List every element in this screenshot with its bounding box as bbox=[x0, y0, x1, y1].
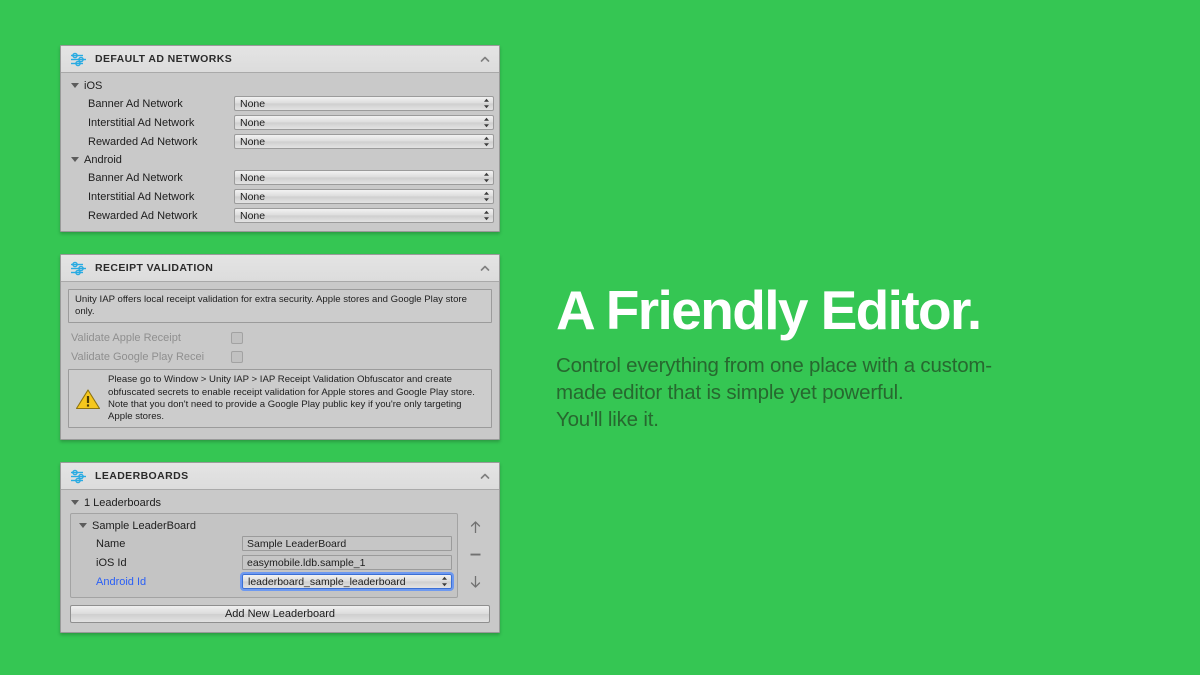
prop-label: Banner Ad Network bbox=[88, 171, 183, 184]
triangle-down-icon bbox=[71, 157, 79, 162]
check-label: Validate Google Play Recei bbox=[71, 350, 205, 363]
prop-label: iOS Id bbox=[96, 556, 127, 569]
chevron-up-icon[interactable] bbox=[478, 261, 492, 275]
minus-icon[interactable] bbox=[468, 547, 483, 562]
info-box: Unity IAP offers local receipt validatio… bbox=[68, 289, 492, 324]
popup-leaderboard-android-id[interactable]: leaderboard_sample_leaderboard bbox=[240, 572, 454, 592]
prop-label: Interstitial Ad Network bbox=[88, 190, 195, 203]
leaderboard-side-buttons bbox=[458, 513, 492, 589]
popup-android-banner-ad-network[interactable]: None bbox=[234, 170, 494, 185]
arrow-down-icon[interactable] bbox=[468, 574, 483, 589]
popup-android-interstitial-ad-network[interactable]: None bbox=[234, 189, 494, 204]
sliders-icon bbox=[71, 52, 86, 66]
stepper-arrows-icon bbox=[484, 136, 489, 147]
input-leaderboard-name[interactable]: Sample LeaderBoard bbox=[242, 536, 452, 552]
popup-value: None bbox=[240, 116, 266, 129]
popup-ios-banner-ad-network[interactable]: None bbox=[234, 96, 494, 111]
row-leaderboard-name: Name Sample LeaderBoard bbox=[74, 534, 452, 553]
panel-leaderboards: LEADERBOARDS 1 Leaderboards Sample Leade… bbox=[60, 462, 500, 634]
foldout-ios[interactable]: iOS bbox=[66, 77, 494, 94]
row-android-banner-ad-network: Banner Ad Network None bbox=[66, 168, 494, 187]
triangle-down-icon bbox=[79, 523, 87, 529]
checkbox-validate-apple-receipt[interactable] bbox=[231, 331, 243, 344]
row-android-interstitial-ad-network: Interstitial Ad Network None bbox=[66, 187, 494, 206]
leaderboard-list: Sample LeaderBoard Name Sample LeaderBoa… bbox=[66, 511, 494, 599]
stepper-arrows-icon bbox=[484, 98, 489, 109]
arrow-up-icon[interactable] bbox=[468, 520, 483, 535]
prop-label: Banner Ad Network bbox=[88, 97, 183, 110]
promo-body-line-1: Control everything from one place with a… bbox=[556, 354, 992, 377]
row-validate-apple-receipt: Validate Apple Receipt bbox=[66, 328, 494, 347]
warning-box-text: Please go to Window > Unity IAP > IAP Re… bbox=[108, 374, 475, 422]
row-android-rewarded-ad-network: Rewarded Ad Network None bbox=[66, 206, 494, 225]
row-leaderboard-ios-id: iOS Id easymobile.ldb.sample_1 bbox=[74, 553, 452, 572]
input-leaderboard-ios-id[interactable]: easymobile.ldb.sample_1 bbox=[242, 555, 452, 571]
row-ios-interstitial-ad-network: Interstitial Ad Network None bbox=[66, 113, 494, 132]
panel-header-leaderboards[interactable]: LEADERBOARDS bbox=[61, 463, 499, 491]
row-validate-google-play-receipt: Validate Google Play Recei bbox=[66, 347, 494, 366]
stepper-arrows-icon bbox=[484, 210, 489, 221]
chevron-up-icon[interactable] bbox=[478, 52, 492, 66]
chevron-up-icon[interactable] bbox=[478, 469, 492, 483]
promo-body-line-3: You'll like it. bbox=[556, 408, 659, 432]
prop-label: Interstitial Ad Network bbox=[88, 116, 195, 129]
foldout-android[interactable]: Android bbox=[66, 151, 494, 168]
prop-label-android-id[interactable]: Android Id bbox=[96, 576, 242, 588]
prop-label: Rewarded Ad Network bbox=[88, 135, 198, 148]
prop-label: Name bbox=[96, 537, 126, 550]
sliders-icon bbox=[71, 261, 86, 275]
promo-title: A Friendly Editor. bbox=[556, 279, 982, 341]
foldout-leaderboards-count[interactable]: 1 Leaderboards bbox=[66, 494, 494, 511]
panel-default-ad-networks: DEFAULT AD NETWORKS iOS Banner Ad Networ… bbox=[60, 45, 500, 232]
panel-header-receipt-validation[interactable]: RECEIPT VALIDATION bbox=[61, 255, 499, 282]
add-new-leaderboard-button[interactable]: Add New Leaderboard bbox=[70, 605, 490, 624]
popup-value: None bbox=[240, 209, 266, 222]
foldout-label: iOS bbox=[84, 79, 103, 92]
checkbox-validate-google-play-receipt[interactable] bbox=[231, 350, 243, 363]
add-new-leaderboard-label: Add New Leaderboard bbox=[224, 608, 336, 621]
editor-panels-column: DEFAULT AD NETWORKS iOS Banner Ad Networ… bbox=[60, 45, 500, 655]
popup-value: leaderboard_sample_leaderboard bbox=[248, 575, 406, 588]
leaderboard-entry: Sample LeaderBoard Name Sample LeaderBoa… bbox=[70, 513, 458, 599]
leaderboard-entry-title: Sample LeaderBoard bbox=[92, 519, 196, 532]
row-ios-rewarded-ad-network: Rewarded Ad Network None bbox=[66, 132, 494, 151]
promo-body: Control everything from one place with a… bbox=[556, 352, 1156, 433]
info-box-text: Unity IAP offers local receipt validatio… bbox=[75, 294, 467, 318]
panel-body-leaderboards: 1 Leaderboards Sample LeaderBoard Name S… bbox=[61, 490, 499, 632]
popup-value: None bbox=[240, 135, 266, 148]
popup-ios-rewarded-ad-network[interactable]: None bbox=[234, 134, 494, 149]
panel-body-receipt-validation: Unity IAP offers local receipt validatio… bbox=[61, 282, 499, 439]
panel-title: DEFAULT AD NETWORKS bbox=[95, 53, 233, 65]
triangle-down-icon bbox=[71, 500, 79, 506]
prop-label: Rewarded Ad Network bbox=[88, 209, 198, 222]
stepper-arrows-icon bbox=[484, 191, 489, 202]
popup-ios-interstitial-ad-network[interactable]: None bbox=[234, 115, 494, 130]
triangle-down-icon bbox=[71, 83, 79, 88]
popup-android-rewarded-ad-network[interactable]: None bbox=[234, 208, 494, 223]
popup-value: None bbox=[240, 171, 266, 184]
sliders-icon bbox=[71, 469, 86, 483]
stepper-arrows-icon bbox=[484, 117, 489, 128]
panel-receipt-validation: RECEIPT VALIDATION Unity IAP offers loca… bbox=[60, 254, 500, 441]
foldout-label: Android bbox=[84, 153, 122, 166]
field-value: easymobile.ldb.sample_1 bbox=[247, 556, 366, 569]
popup-value: None bbox=[240, 97, 266, 110]
promo-text-block: A Friendly Editor. Control everything fr… bbox=[556, 283, 1156, 433]
panel-title: LEADERBOARDS bbox=[95, 470, 189, 483]
leaderboards-count-label: 1 Leaderboards bbox=[84, 496, 162, 509]
panel-body-default-ad-networks: iOS Banner Ad Network None Interstitial … bbox=[61, 73, 499, 231]
row-leaderboard-android-id: Android Id leaderboard_sample_leaderboar… bbox=[74, 572, 454, 592]
popup-value: None bbox=[240, 190, 266, 203]
promo-body-line-2: made editor that is simple yet powerful. bbox=[556, 381, 904, 405]
panel-title: RECEIPT VALIDATION bbox=[95, 262, 214, 274]
row-ios-banner-ad-network: Banner Ad Network None bbox=[66, 94, 494, 113]
warning-triangle-icon bbox=[75, 389, 101, 409]
field-value: Sample LeaderBoard bbox=[247, 537, 347, 550]
warning-box: Please go to Window > Unity IAP > IAP Re… bbox=[68, 369, 492, 429]
stepper-arrows-icon bbox=[442, 576, 447, 587]
stepper-arrows-icon bbox=[484, 172, 489, 183]
panel-header-default-ad-networks[interactable]: DEFAULT AD NETWORKS bbox=[61, 46, 499, 73]
check-label: Validate Apple Receipt bbox=[71, 331, 181, 344]
foldout-sample-leaderboard[interactable]: Sample LeaderBoard bbox=[74, 517, 452, 534]
